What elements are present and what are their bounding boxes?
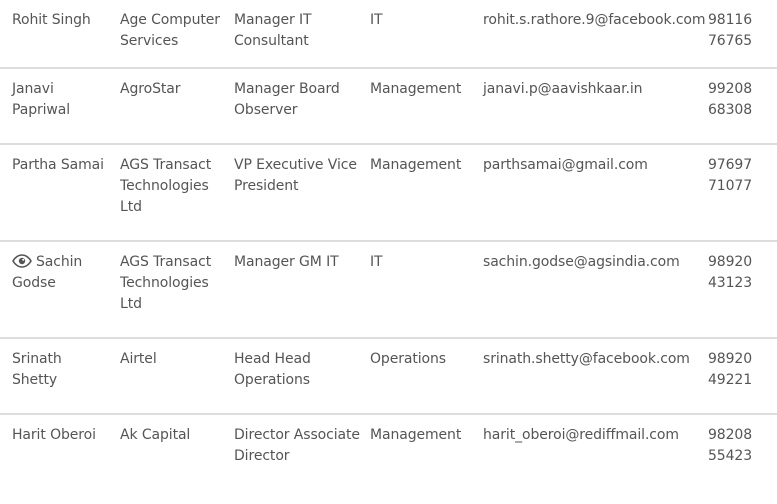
contact-name: Partha Samai: [12, 157, 104, 173]
contact-phone-part: 99208: [708, 81, 753, 97]
table-row[interactable]: Srinath Shetty Airtel Head Head Operatio…: [0, 339, 777, 415]
contact-phone-part: 71077: [708, 178, 753, 194]
table-row[interactable]: Harit Oberoi Ak Capital Director Associa…: [0, 415, 777, 504]
contact-designation: Manager Board Observer: [234, 81, 340, 118]
contact-email[interactable]: parthsamai@gmail.com: [483, 155, 703, 176]
contacts-table: Rohit Singh Age Computer Services Manage…: [0, 0, 777, 504]
table-row[interactable]: Rohit Singh Age Computer Services Manage…: [0, 0, 777, 69]
contact-email[interactable]: sachin.godse@agsindia.com: [483, 252, 703, 273]
contact-company: AGS Transact Technologies Ltd: [120, 157, 212, 215]
contact-department: IT: [370, 254, 383, 270]
contact-phone: 98208 55423: [708, 425, 777, 467]
eye-icon[interactable]: [12, 254, 32, 268]
contact-designation: Manager GM IT: [234, 254, 339, 270]
contact-phone-part: 98208: [708, 427, 753, 443]
contact-email[interactable]: rohit.s.rathore.9@facebook.com: [483, 10, 706, 31]
contact-phone-part: 98920: [708, 351, 753, 367]
contact-phone: 98116 76765: [708, 10, 777, 52]
contact-phone: 98920 43123: [708, 252, 777, 294]
contact-phone-part: 43123: [708, 275, 753, 291]
contact-name: Rohit Singh: [12, 12, 91, 28]
contact-department: Management: [370, 427, 462, 443]
contact-company: Age Computer Services: [120, 12, 220, 49]
contact-phone-part: 55423: [708, 448, 753, 464]
contact-phone: 97697 71077: [708, 155, 777, 197]
contact-phone: 98920 49221: [708, 349, 777, 391]
contact-phone-part: 97697: [708, 157, 753, 173]
contact-name: Sachin Godse: [12, 252, 108, 294]
contact-email[interactable]: harit_oberoi@rediffmail.com: [483, 425, 703, 446]
table-row[interactable]: Sachin Godse AGS Transact Technologies L…: [0, 242, 777, 339]
contact-department: IT: [370, 12, 383, 28]
contact-email[interactable]: srinath.shetty@facebook.com: [483, 349, 703, 370]
contact-department: Operations: [370, 351, 446, 367]
contact-email[interactable]: janavi.p@aavishkaar.in: [483, 79, 703, 100]
contact-name: Janavi Papriwal: [12, 81, 71, 118]
contact-designation: VP Executive Vice President: [234, 157, 357, 194]
contact-department: Management: [370, 81, 462, 97]
contact-company: AGS Transact Technologies Ltd: [120, 254, 212, 312]
contact-phone: 99208 68308: [708, 79, 777, 121]
contact-phone-part: 76765: [708, 33, 753, 49]
table-row[interactable]: Partha Samai AGS Transact Technologies L…: [0, 145, 777, 242]
contact-designation: Head Head Operations: [234, 351, 311, 388]
contact-phone-part: 98920: [708, 254, 753, 270]
contact-company: Ak Capital: [120, 427, 191, 443]
contact-department: Management: [370, 157, 462, 173]
contact-name: Harit Oberoi: [12, 427, 96, 443]
contact-designation: Manager IT Consultant: [234, 12, 312, 49]
contact-company: AgroStar: [120, 81, 181, 97]
contact-phone-part: 68308: [708, 102, 753, 118]
contact-company: Airtel: [120, 351, 157, 367]
contact-phone-part: 49221: [708, 372, 753, 388]
contact-designation: Director Associate Director: [234, 427, 360, 464]
contact-name: Srinath Shetty: [12, 351, 62, 388]
contact-phone-part: 98116: [708, 12, 753, 28]
table-row[interactable]: Janavi Papriwal AgroStar Manager Board O…: [0, 69, 777, 145]
